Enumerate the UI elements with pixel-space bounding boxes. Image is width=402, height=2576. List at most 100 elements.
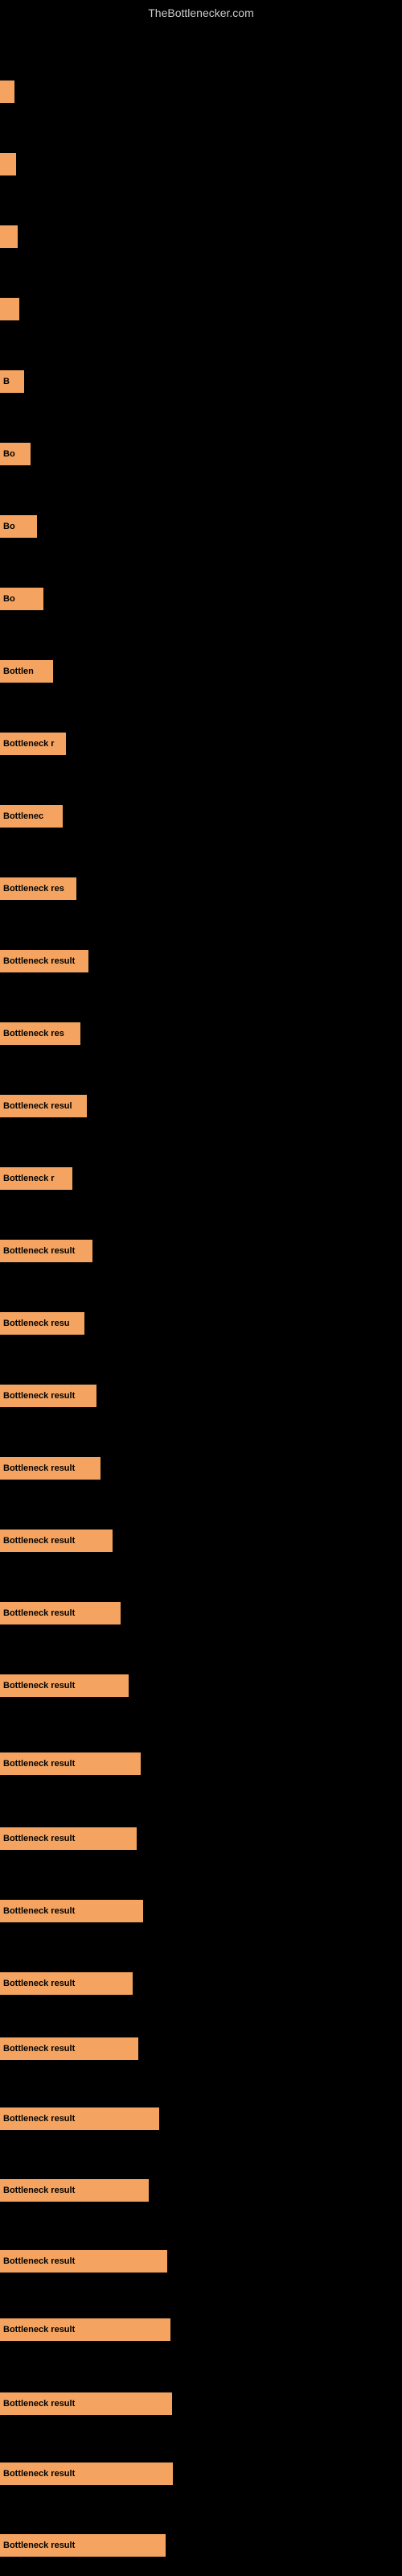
bar-fill: Bottleneck r <box>0 1167 72 1190</box>
bar-label: Bottleneck resu <box>3 1319 70 1328</box>
bar-item: Bottleneck result <box>0 1827 137 1850</box>
bar-item: Bottleneck result <box>0 2179 149 2202</box>
bar-label: Bottleneck result <box>3 1906 75 1916</box>
bar-label: B <box>3 377 10 386</box>
bar-label: Bottleneck result <box>3 2399 75 2409</box>
bar-item: Bottleneck res <box>0 1022 80 1045</box>
bar-fill: Bottlen <box>0 660 53 683</box>
bar-label: Bottleneck result <box>3 2541 75 2550</box>
bar-fill <box>0 80 14 103</box>
bar-item: Bottleneck result <box>0 2462 173 2485</box>
bar-label: Bottleneck result <box>3 1759 75 1769</box>
bar-item: Bottleneck result <box>0 2392 172 2415</box>
bar-item: Bottleneck r <box>0 1167 72 1190</box>
bar-label: Bottleneck result <box>3 1834 75 1843</box>
bar-fill: Bottleneck result <box>0 1240 92 1262</box>
bar-item: Bottleneck result <box>0 1674 129 1697</box>
bar-fill: Bottleneck result <box>0 1530 113 1552</box>
bar-label: Bottleneck result <box>3 1681 75 1690</box>
bar-fill: Bottleneck result <box>0 1674 129 1697</box>
bar-item: Bo <box>0 588 43 610</box>
bar-item: Bottleneck result <box>0 1530 113 1552</box>
bar-fill <box>0 153 16 175</box>
bar-fill: Bottleneck result <box>0 2534 166 2557</box>
bar-fill: Bottleneck resu <box>0 1312 84 1335</box>
bar-fill: Bo <box>0 443 31 465</box>
bar-item: Bottlenec <box>0 805 63 828</box>
bar-item: Bottleneck res <box>0 877 76 900</box>
bar-label: Bottleneck result <box>3 1979 75 1988</box>
bar-label: Bottleneck result <box>3 1536 75 1546</box>
bar-fill: Bottleneck result <box>0 2179 149 2202</box>
bar-fill: Bo <box>0 515 37 538</box>
bar-item: Bottlen <box>0 660 53 683</box>
bar-fill: Bottleneck res <box>0 877 76 900</box>
bar-label: Bottleneck result <box>3 2114 75 2124</box>
bar-label: Bottleneck result <box>3 1391 75 1401</box>
bar-fill: Bottleneck resul <box>0 1095 87 1117</box>
bar-label: Bo <box>3 449 15 459</box>
bar-item: Bottleneck resu <box>0 1312 84 1335</box>
bar-fill: B <box>0 370 24 393</box>
bar-item: Bottleneck result <box>0 1602 121 1624</box>
bar-fill: Bo <box>0 588 43 610</box>
bar-fill: Bottleneck result <box>0 1602 121 1624</box>
bar-fill: Bottleneck result <box>0 950 88 972</box>
bar-fill: Bottleneck result <box>0 2318 170 2341</box>
bar-item <box>0 225 18 248</box>
bar-label: Bottleneck result <box>3 2256 75 2266</box>
bar-fill: Bottleneck result <box>0 2250 167 2273</box>
bar-fill: Bottleneck res <box>0 1022 80 1045</box>
bar-item: Bottleneck result <box>0 1240 92 1262</box>
bar-fill: Bottlenec <box>0 805 63 828</box>
bar-fill: Bottleneck result <box>0 1385 96 1407</box>
bar-item: Bottleneck result <box>0 2318 170 2341</box>
bar-item: Bottleneck result <box>0 1457 100 1480</box>
bar-fill: Bottleneck result <box>0 1900 143 1922</box>
bar-label: Bottleneck res <box>3 884 64 894</box>
bar-label: Bottleneck result <box>3 2044 75 2054</box>
bar-fill: Bottleneck result <box>0 1752 141 1775</box>
bar-item: Bottleneck result <box>0 1972 133 1995</box>
bar-item: Bottleneck result <box>0 2107 159 2130</box>
bar-item: Bottleneck result <box>0 1900 143 1922</box>
bar-label: Bottleneck result <box>3 1608 75 1618</box>
site-title: TheBottlenecker.com <box>0 0 402 23</box>
bar-item: Bottleneck result <box>0 2037 138 2060</box>
bar-label: Bottleneck result <box>3 2186 75 2195</box>
bar-label: Bottlen <box>3 667 34 676</box>
bar-label: Bottleneck r <box>3 1174 55 1183</box>
bar-item: Bo <box>0 515 37 538</box>
bar-fill: Bottleneck result <box>0 1827 137 1850</box>
bar-label: Bottleneck resul <box>3 1101 72 1111</box>
bar-item: Bottleneck resul <box>0 1095 87 1117</box>
bar-fill <box>0 298 19 320</box>
bar-item: Bottleneck result <box>0 1385 96 1407</box>
bar-label: Bottleneck result <box>3 956 75 966</box>
bar-fill <box>0 225 18 248</box>
bar-fill: Bottleneck r <box>0 733 66 755</box>
bar-item: Bottleneck result <box>0 2534 166 2557</box>
bar-item <box>0 298 19 320</box>
bar-label: Bottleneck result <box>3 2325 75 2334</box>
bar-item <box>0 80 14 103</box>
bar-fill: Bottleneck result <box>0 2037 138 2060</box>
bar-label: Bottleneck r <box>3 739 55 749</box>
bar-item: Bottleneck result <box>0 950 88 972</box>
bar-item: Bottleneck r <box>0 733 66 755</box>
bar-label: Bottlenec <box>3 811 43 821</box>
bar-fill: Bottleneck result <box>0 2392 172 2415</box>
bar-fill: Bottleneck result <box>0 2462 173 2485</box>
bar-label: Bottleneck res <box>3 1029 64 1038</box>
bar-label: Bo <box>3 522 15 531</box>
bar-item <box>0 153 16 175</box>
bar-item: Bo <box>0 443 31 465</box>
bar-fill: Bottleneck result <box>0 2107 159 2130</box>
bar-item: Bottleneck result <box>0 1752 141 1775</box>
bar-label: Bottleneck result <box>3 1246 75 1256</box>
bar-item: Bottleneck result <box>0 2250 167 2273</box>
bar-item: B <box>0 370 24 393</box>
bar-fill: Bottleneck result <box>0 1457 100 1480</box>
bar-fill: Bottleneck result <box>0 1972 133 1995</box>
bar-label: Bottleneck result <box>3 2469 75 2479</box>
